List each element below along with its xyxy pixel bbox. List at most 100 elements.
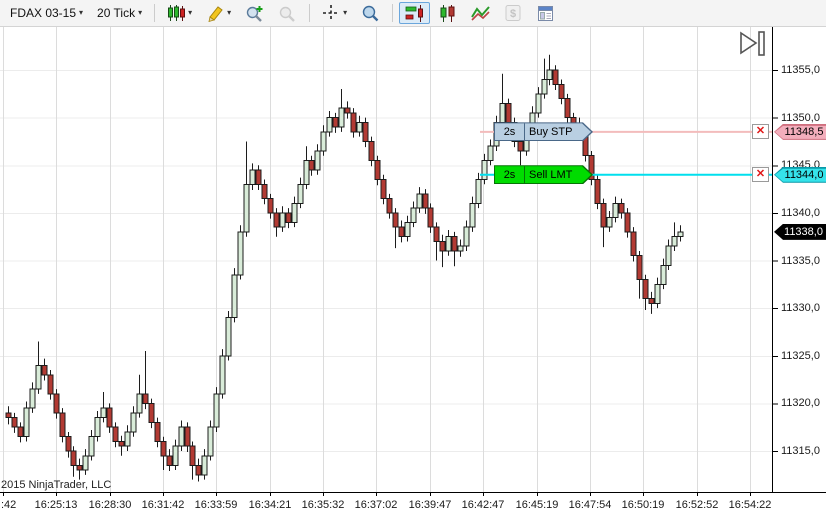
candle — [487, 139, 494, 166]
crosshair-button[interactable]: ▾ — [316, 2, 353, 24]
candle — [422, 189, 429, 214]
candle — [172, 439, 179, 471]
candle — [41, 358, 48, 381]
candle — [237, 225, 244, 280]
candle — [332, 112, 339, 133]
data-box-button[interactable] — [355, 2, 386, 24]
scroll-to-end-icon[interactable] — [739, 31, 767, 62]
candle — [118, 435, 125, 456]
candle — [106, 403, 113, 433]
chevron-down-icon: ▾ — [79, 8, 84, 17]
line-chart-icon — [471, 5, 490, 21]
x-axis-tick-label: 16:34:21 — [248, 499, 292, 511]
chart-area[interactable]: 2015 NinjaTrader, LLC 11355,0 11350,0 1134… — [0, 27, 826, 526]
price-tag-value: 11344,0 — [775, 168, 826, 182]
candle — [606, 210, 613, 232]
candle — [612, 196, 619, 223]
buy-stop-order-label-body: 2s Buy STP — [495, 123, 591, 141]
dollar-icon: $ — [505, 5, 521, 21]
candle — [213, 387, 220, 432]
candle — [475, 172, 482, 209]
buy-stop-order-cancel-button[interactable]: ✕ — [752, 123, 769, 139]
candle — [457, 239, 464, 257]
candle — [671, 222, 678, 251]
sell-limit-order-label[interactable]: 2s Sell LMT — [494, 165, 593, 185]
candle — [291, 196, 298, 228]
x-axis-tick-label: 16:54:22 — [728, 499, 772, 511]
y-axis-tick-label: 11330,0 — [781, 302, 820, 315]
candle — [94, 410, 101, 442]
chart-style-button[interactable]: ▾ — [161, 2, 198, 24]
candle — [136, 374, 143, 418]
candle — [326, 110, 333, 137]
candle — [249, 163, 256, 191]
interval-label: 20 Tick — [97, 6, 136, 20]
candle — [416, 187, 423, 213]
interval-selector[interactable]: 20 Tick ▾ — [91, 2, 148, 24]
candle — [654, 277, 661, 309]
candle — [130, 406, 137, 437]
candle — [308, 155, 315, 176]
buy-stop-order-label[interactable]: 2s Buy STP — [494, 122, 593, 142]
candle — [124, 425, 131, 451]
x-axis-tick-label: 16:37:02 — [354, 499, 398, 511]
candle — [648, 291, 655, 314]
candle — [53, 389, 60, 419]
candle — [189, 441, 196, 480]
candle — [469, 196, 476, 232]
candle — [338, 89, 345, 132]
candle — [320, 125, 327, 156]
price-tag-value: 11348,5 — [775, 125, 826, 139]
y-axis-tick-label: 11320,0 — [781, 397, 820, 410]
candle — [564, 93, 571, 124]
candlestick-style-icon — [168, 5, 186, 21]
candle — [398, 220, 405, 243]
x-axis-tick-label: 16:33:59 — [194, 499, 238, 511]
candle — [677, 225, 684, 242]
candle — [636, 250, 643, 299]
candlestick-series — [5, 54, 684, 482]
instrument-selector[interactable]: FDAX 03-15 ▾ — [4, 2, 89, 24]
candle — [427, 203, 434, 233]
candle — [231, 268, 238, 323]
y-axis-tick-label: 11340,0 — [781, 206, 820, 219]
y-axis-tick-label: 11355,0 — [781, 64, 820, 76]
indicators-button[interactable] — [465, 2, 496, 24]
svg-text:$: $ — [510, 8, 516, 20]
chart-trader-button[interactable] — [399, 2, 431, 24]
gridlines — [0, 27, 772, 492]
zoom-in-button[interactable] — [239, 2, 270, 24]
candle — [243, 141, 250, 237]
bars-panel-button[interactable] — [432, 2, 463, 24]
candle — [374, 155, 381, 186]
data-box-icon — [362, 5, 379, 21]
candle — [273, 208, 280, 237]
candle — [17, 422, 24, 443]
candle — [660, 258, 667, 290]
order-type-label: Buy STP — [529, 125, 573, 138]
candle — [59, 408, 66, 443]
x-axis-tick-label: 16:25:13 — [34, 499, 78, 511]
candle — [624, 208, 631, 238]
x-axis-tick-label: 16:52:52 — [675, 499, 719, 511]
candle — [88, 430, 95, 461]
account-performance-button[interactable]: $ — [498, 2, 528, 24]
last-price-tag: 11338,0 — [774, 223, 826, 240]
drawing-tools-button[interactable]: ▾ — [200, 2, 237, 24]
order-duration-label: 2s — [495, 166, 525, 184]
order-type-label: Sell LMT — [529, 168, 573, 181]
chevron-down-icon: ▾ — [138, 8, 143, 17]
properties-button[interactable] — [530, 2, 561, 24]
candle — [558, 79, 565, 105]
x-axis-tick-label: 16:50:19 — [621, 499, 665, 511]
candle — [410, 201, 417, 228]
sell-limit-order-cancel-button[interactable]: ✕ — [752, 166, 769, 182]
zoom-out-button[interactable] — [272, 2, 303, 24]
candle — [439, 234, 446, 268]
crosshair-icon — [323, 5, 340, 21]
candle — [285, 208, 292, 229]
sell-limit-order-label-body: 2s Sell LMT — [495, 166, 591, 184]
bars-panel-icon — [440, 4, 455, 22]
candle — [148, 398, 155, 429]
candle — [362, 117, 369, 148]
